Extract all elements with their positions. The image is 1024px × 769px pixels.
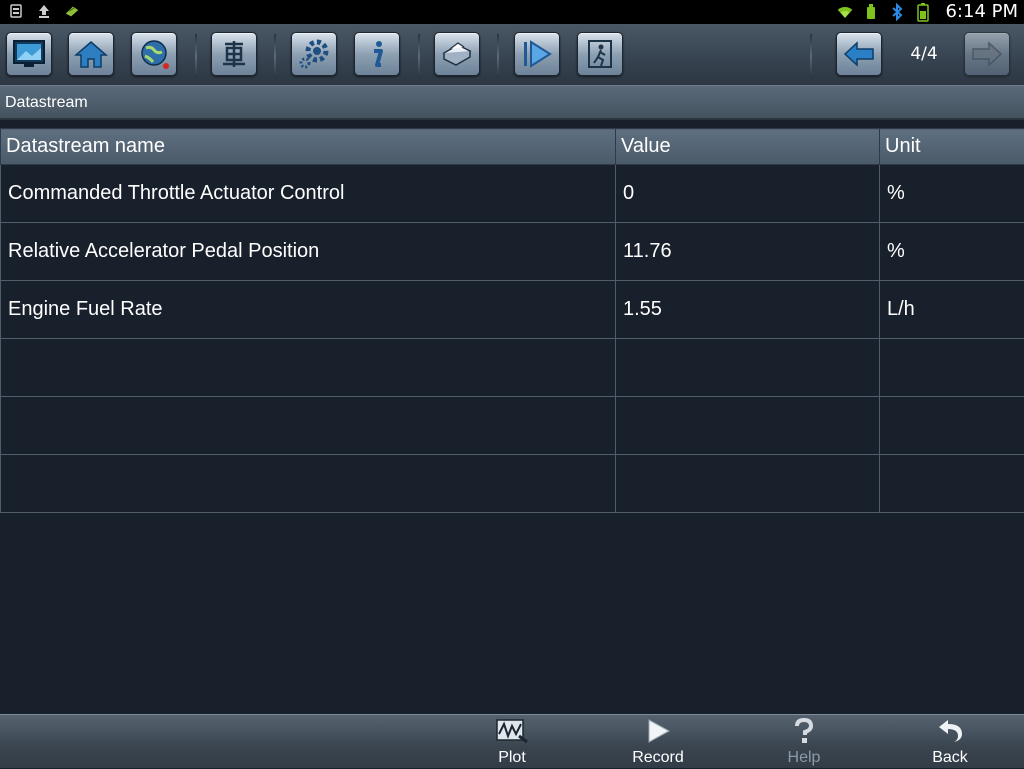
- clock: 6:14 PM: [945, 1, 1018, 22]
- settings-icon: [297, 38, 331, 70]
- datastream-name-cell: Relative Accelerator Pedal Position: [1, 223, 616, 281]
- datastream-unit-cell: [880, 397, 1024, 455]
- section-header: Datastream: [0, 86, 1024, 120]
- datastream-value-cell: 1.55: [616, 281, 880, 339]
- upload-icon: [36, 3, 52, 19]
- datastream-name-cell: [1, 455, 616, 513]
- exit-button[interactable]: [577, 32, 623, 76]
- globe-icon: [137, 38, 171, 70]
- datastream-table: Datastream name Value Unit Commanded Thr…: [0, 128, 1024, 513]
- table-row-empty: [1, 455, 1024, 513]
- back-label: Back: [932, 749, 968, 767]
- table-row[interactable]: Commanded Throttle Actuator Control 0 %: [1, 165, 1024, 223]
- status-left-icons: [8, 3, 80, 19]
- info-icon: [367, 39, 387, 69]
- record-button[interactable]: Record: [618, 715, 698, 769]
- column-header-unit[interactable]: Unit: [880, 129, 1024, 165]
- plot-icon: [495, 715, 529, 748]
- exit-icon: [585, 39, 615, 69]
- section-title: Datastream: [5, 94, 88, 112]
- bluetooth-icon: [889, 4, 905, 20]
- toolbar-divider: [195, 34, 197, 78]
- datastream-value-cell: 0: [616, 165, 880, 223]
- datastream-unit-cell: [880, 455, 1024, 513]
- help-button[interactable]: Help: [764, 715, 844, 769]
- vehicle-icon: [219, 39, 249, 69]
- wifi-icon: [837, 4, 853, 20]
- battery-icon: [915, 4, 931, 20]
- plot-label: Plot: [498, 749, 526, 767]
- bottom-action-bar: Plot Record Help Back: [0, 714, 1024, 768]
- datastream-value-cell: [616, 339, 880, 397]
- help-label: Help: [788, 749, 821, 767]
- previous-page-button[interactable]: [836, 32, 882, 76]
- toolbar-divider: [810, 34, 812, 78]
- datastream-value-cell: 11.76: [616, 223, 880, 281]
- datastream-name-cell: Engine Fuel Rate: [1, 281, 616, 339]
- record-label: Record: [632, 749, 684, 767]
- datastream-name-cell: [1, 397, 616, 455]
- play-button[interactable]: [514, 32, 560, 76]
- table-row-empty: [1, 397, 1024, 455]
- table-row[interactable]: Engine Fuel Rate 1.55 L/h: [1, 281, 1024, 339]
- home-button[interactable]: [68, 32, 114, 76]
- play-icon: [520, 39, 554, 69]
- toolbar-divider: [497, 34, 499, 78]
- display-button[interactable]: [6, 32, 52, 76]
- datastream-name-cell: Commanded Throttle Actuator Control: [1, 165, 616, 223]
- datastream-unit-cell: %: [880, 165, 1024, 223]
- datastream-name-cell: [1, 339, 616, 397]
- record-play-icon: [644, 715, 672, 748]
- table-row[interactable]: Relative Accelerator Pedal Position 11.7…: [1, 223, 1024, 281]
- plot-button[interactable]: Plot: [472, 715, 552, 769]
- info-button[interactable]: [354, 32, 400, 76]
- status-bar: 6:14 PM: [0, 0, 1024, 24]
- arrow-right-icon: [971, 41, 1003, 67]
- status-right-icons: 6:14 PM: [837, 1, 1018, 22]
- toolbar-divider: [418, 34, 420, 78]
- home-icon: [74, 39, 108, 69]
- download-icon: [64, 3, 80, 19]
- settings-button[interactable]: [291, 32, 337, 76]
- toolbar: 4/4: [0, 24, 1024, 86]
- display-icon: [12, 39, 46, 69]
- table-row-empty: [1, 339, 1024, 397]
- next-page-button[interactable]: [964, 32, 1010, 76]
- notification-icon: [8, 3, 24, 19]
- datastream-value-cell: [616, 397, 880, 455]
- help-icon: [792, 715, 816, 748]
- datastream-unit-cell: L/h: [880, 281, 1024, 339]
- back-button[interactable]: Back: [910, 715, 990, 769]
- page-indicator: 4/4: [900, 44, 948, 64]
- datastream-value-cell: [616, 455, 880, 513]
- column-header-value[interactable]: Value: [616, 129, 880, 165]
- toolbar-divider: [274, 34, 276, 78]
- print-button[interactable]: [434, 32, 480, 76]
- back-arrow-icon: [936, 715, 964, 748]
- column-header-name[interactable]: Datastream name: [1, 129, 616, 165]
- datastream-unit-cell: %: [880, 223, 1024, 281]
- globe-button[interactable]: [131, 32, 177, 76]
- usb-icon: [863, 4, 879, 20]
- table-header-row: Datastream name Value Unit: [1, 129, 1024, 165]
- datastream-unit-cell: [880, 339, 1024, 397]
- vehicle-button[interactable]: [211, 32, 257, 76]
- print-icon: [440, 39, 474, 69]
- arrow-left-icon: [843, 41, 875, 67]
